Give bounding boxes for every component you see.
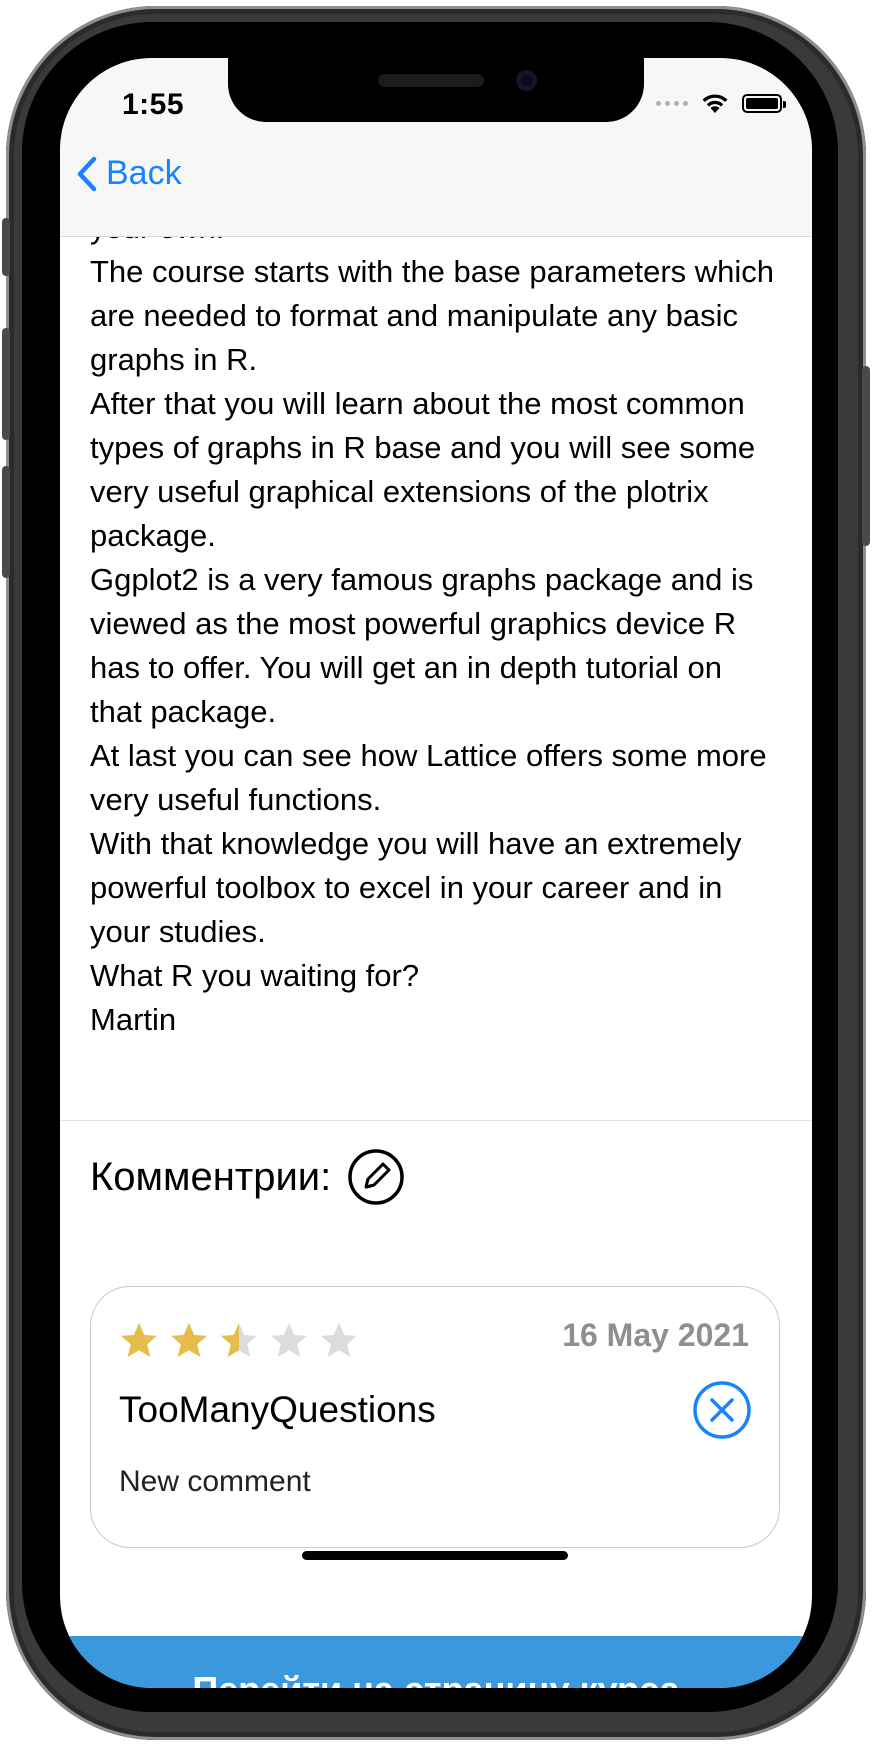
rating-stars (119, 1321, 359, 1361)
power-button (862, 366, 870, 546)
star-empty-icon (271, 1323, 307, 1357)
comments-header: Комментрии: (90, 1148, 405, 1206)
mute-switch (2, 218, 10, 276)
front-camera (516, 70, 537, 91)
star-filled-icon (121, 1323, 157, 1357)
star-filled-icon (171, 1323, 207, 1357)
volume-up-button (2, 328, 10, 440)
comment-card: 16 May 2021 TooManyQuestions New comment (90, 1286, 780, 1548)
course-description: your own. The course starts with the bas… (90, 210, 775, 1037)
back-button[interactable]: Back (76, 154, 182, 193)
battery-icon (742, 93, 786, 113)
notch (228, 58, 644, 122)
comment-text: New comment (119, 1465, 311, 1498)
star-half-icon (221, 1323, 257, 1357)
pencil-circle-icon[interactable] (347, 1148, 405, 1206)
chevron-left-icon (77, 156, 97, 191)
status-icons (656, 92, 786, 114)
go-to-course-button[interactable]: Перейти на страницу курса (60, 1636, 812, 1688)
status-time: 1:55 (122, 88, 185, 121)
comments-title: Комментрии: (90, 1154, 332, 1199)
home-indicator (302, 1551, 568, 1560)
back-label: Back (106, 154, 182, 192)
wifi-icon (702, 94, 728, 113)
cellular-signal-icon (656, 100, 688, 106)
delete-comment-icon[interactable] (691, 1379, 753, 1441)
screen: 1:55 Back your own. The course starts wi… (60, 58, 812, 1688)
volume-down-button (2, 466, 10, 578)
comment-date: 16 May 2021 (562, 1317, 749, 1353)
divider (60, 1120, 812, 1121)
star-empty-icon (321, 1323, 357, 1357)
comment-author: TooManyQuestions (119, 1389, 436, 1430)
content-scroll[interactable]: your own. The course starts with the bas… (60, 210, 812, 1688)
speaker (378, 74, 484, 87)
